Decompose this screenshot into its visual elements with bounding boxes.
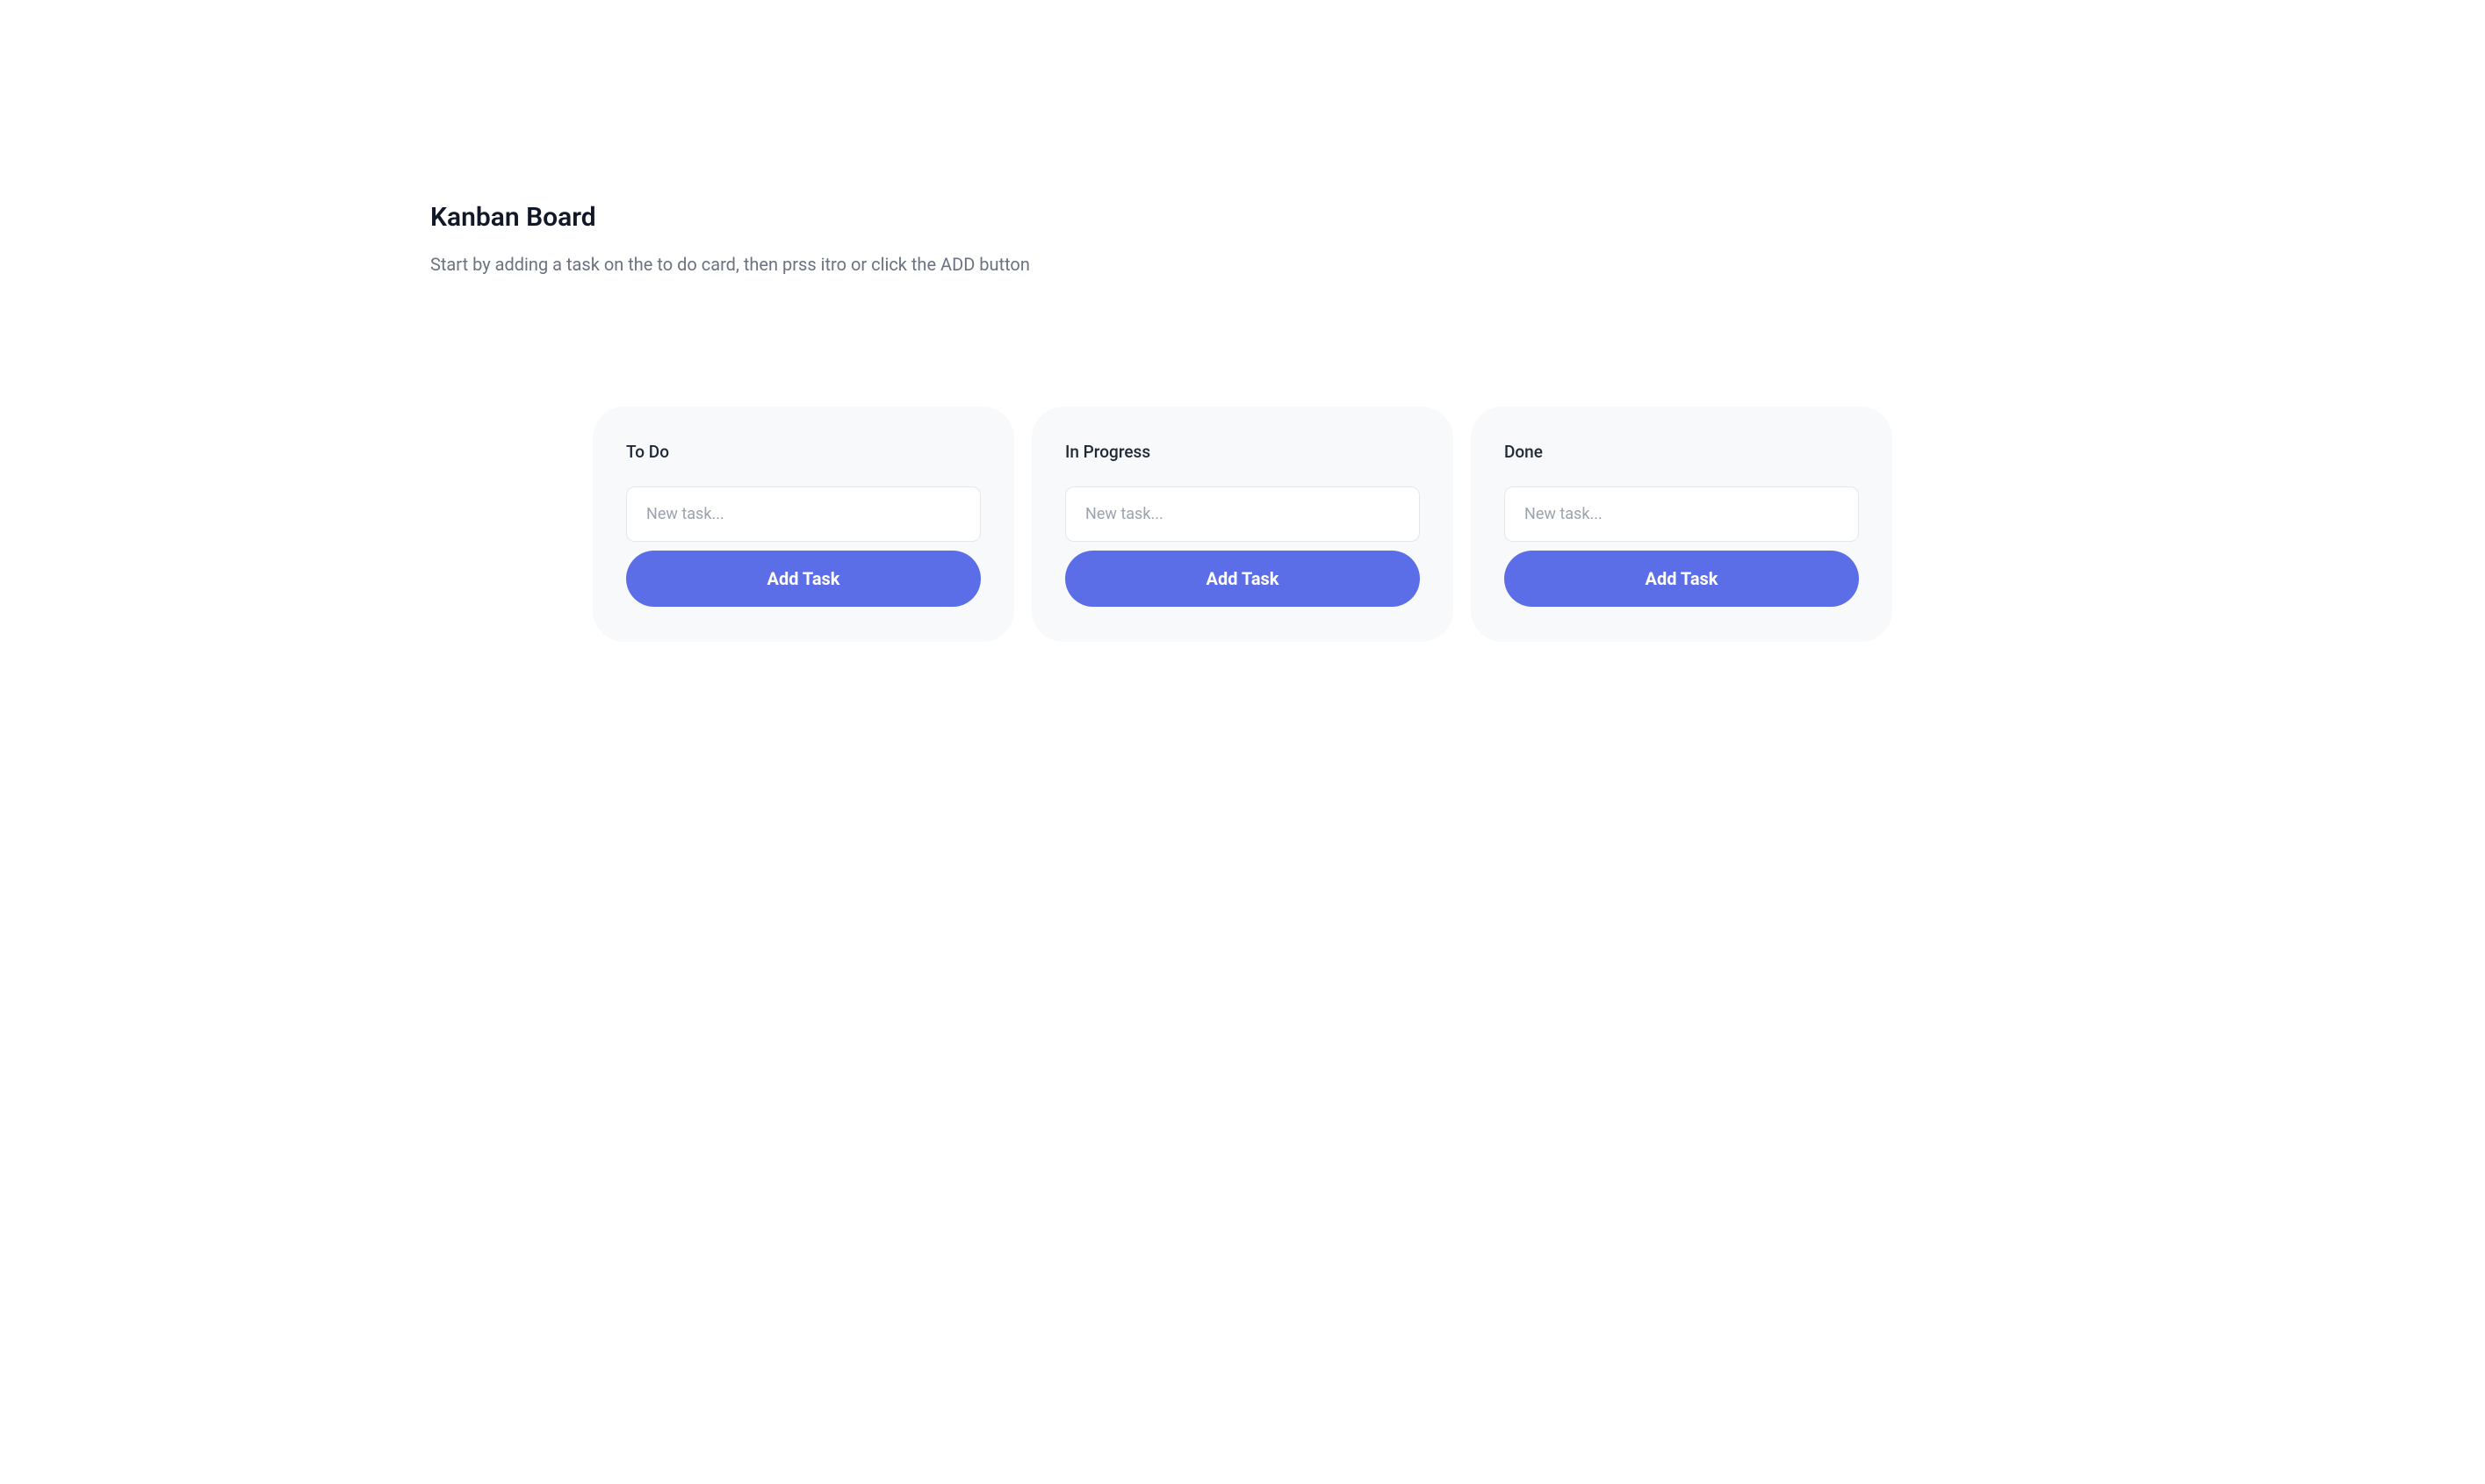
- task-input-done[interactable]: [1504, 486, 1859, 542]
- page-subtitle: Start by adding a task on the to do card…: [430, 254, 2485, 275]
- task-input-todo[interactable]: [626, 486, 981, 542]
- column-title-todo: To Do: [626, 442, 981, 462]
- add-task-button-todo[interactable]: Add Task: [626, 551, 981, 607]
- column-title-in-progress: In Progress: [1065, 442, 1420, 462]
- column-done: Done Add Task: [1471, 407, 1892, 642]
- column-in-progress: In Progress Add Task: [1032, 407, 1453, 642]
- add-task-button-in-progress[interactable]: Add Task: [1065, 551, 1420, 607]
- add-task-button-done[interactable]: Add Task: [1504, 551, 1859, 607]
- column-todo: To Do Add Task: [593, 407, 1014, 642]
- task-input-in-progress[interactable]: [1065, 486, 1420, 542]
- page-title: Kanban Board: [430, 202, 2485, 233]
- kanban-board: To Do Add Task In Progress Add Task Done…: [540, 407, 1945, 642]
- column-title-done: Done: [1504, 442, 1859, 462]
